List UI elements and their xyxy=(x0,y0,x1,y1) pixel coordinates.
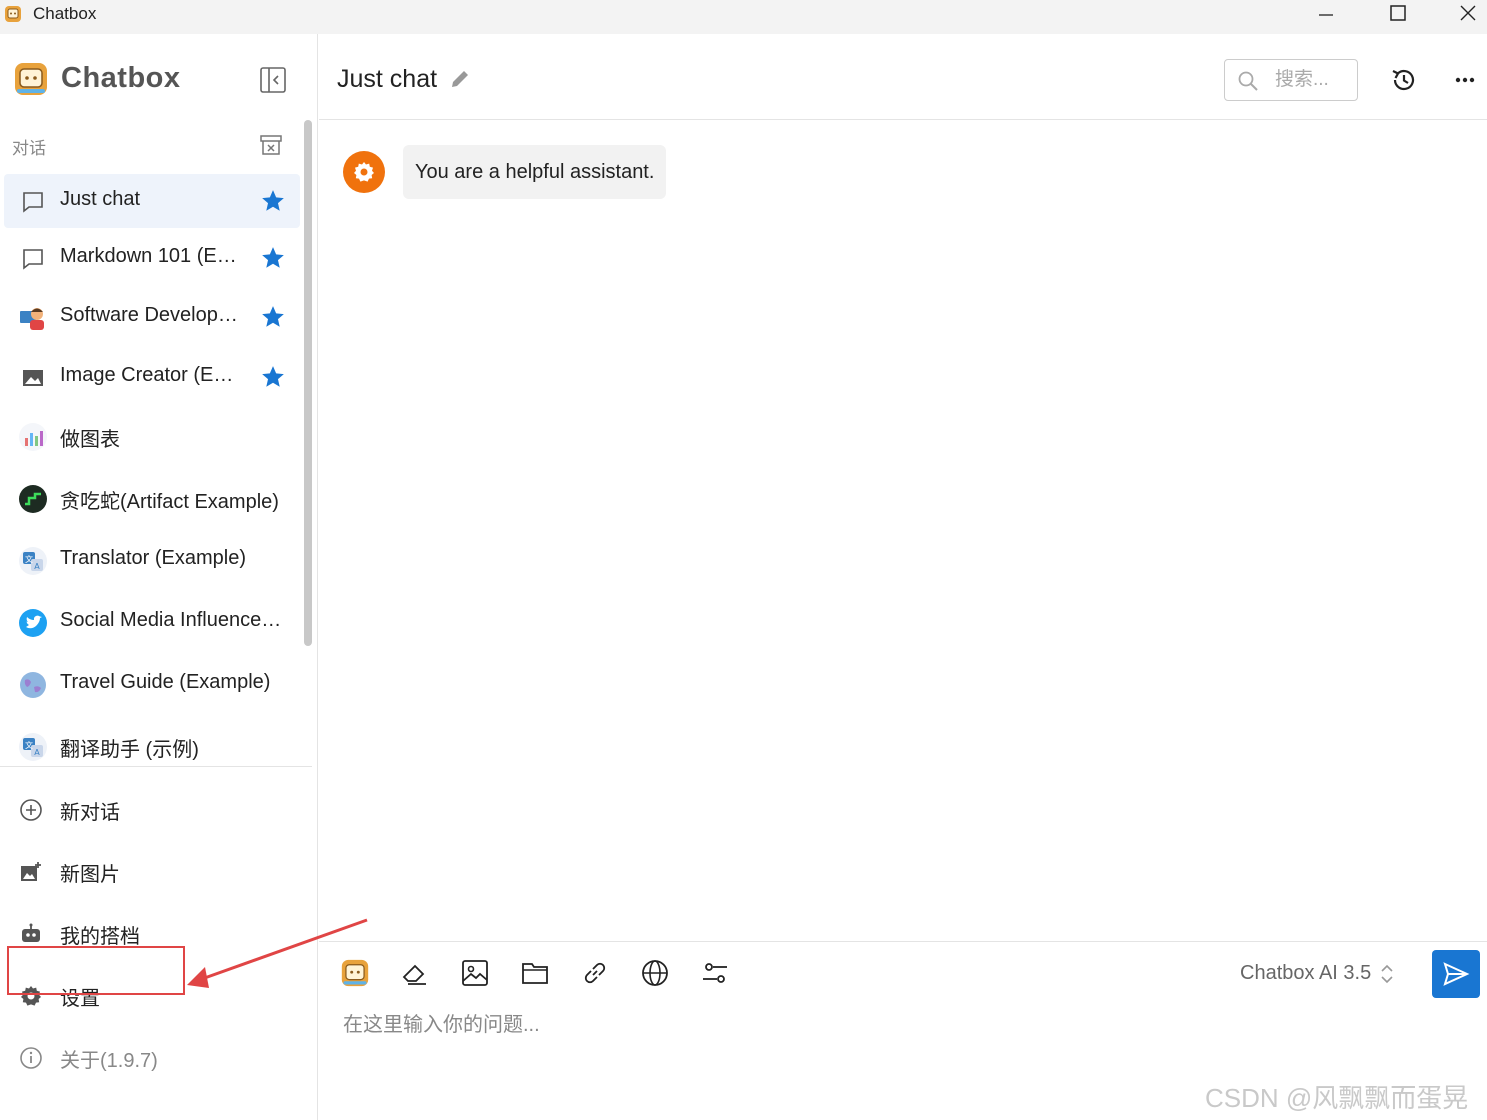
chat-title: Just chat xyxy=(337,65,438,93)
plus-circle-icon xyxy=(16,795,46,825)
send-button[interactable] xyxy=(1432,950,1480,998)
translate-avatar-icon: 文 A xyxy=(18,546,48,576)
session-item-travel-guide[interactable]: Travel Guide (Example) xyxy=(4,657,300,711)
close-icon xyxy=(1460,5,1476,21)
image-icon xyxy=(462,960,488,986)
close-window-button[interactable] xyxy=(1438,0,1487,26)
session-item-markdown-101[interactable]: Markdown 101 (E… xyxy=(4,231,300,285)
main-panel: Just chat You are a helpful assistant. xyxy=(187,34,1487,1120)
maximize-button[interactable] xyxy=(1368,0,1428,26)
svg-text:文: 文 xyxy=(25,740,33,750)
chatbox-logo-icon xyxy=(15,63,47,95)
chevron-updown-icon[interactable] xyxy=(1379,962,1395,986)
translate-avatar-icon: 文 A xyxy=(18,732,48,762)
chatbox-logo-icon xyxy=(341,959,369,987)
collapse-sidebar-icon[interactable] xyxy=(258,65,288,95)
link-icon xyxy=(584,962,606,984)
session-label: Social Media Influence… xyxy=(60,609,282,631)
brand-name: Chatbox xyxy=(61,62,181,94)
history-icon[interactable] xyxy=(1389,65,1419,95)
star-icon[interactable] xyxy=(260,364,286,390)
session-item-social-media[interactable]: Social Media Influence… xyxy=(4,595,300,649)
attach-file-button[interactable] xyxy=(519,957,551,989)
send-icon xyxy=(1443,962,1470,986)
chart-avatar-icon xyxy=(18,422,48,452)
chatbox-toolbar-button[interactable] xyxy=(339,957,371,989)
new-chat-label: 新对话 xyxy=(60,801,120,824)
sliders-icon xyxy=(703,963,727,983)
chat-bubble-icon xyxy=(18,244,48,274)
search-icon xyxy=(1238,71,1258,91)
system-message-bubble: You are a helpful assistant. xyxy=(403,145,667,199)
svg-text:A: A xyxy=(34,562,40,571)
maximize-icon xyxy=(1390,5,1406,21)
app-logo-icon xyxy=(5,6,21,22)
archive-icon[interactable] xyxy=(258,132,284,158)
system-avatar xyxy=(343,151,385,193)
session-label: Travel Guide (Example) xyxy=(60,671,271,693)
info-icon xyxy=(16,1043,46,1073)
add-image-icon xyxy=(16,857,46,887)
session-item-translate-assistant[interactable]: 文 A 翻译助手 (示例) xyxy=(4,719,300,773)
session-item-software-developer[interactable]: Software Develop… xyxy=(4,290,300,344)
session-label: Software Develop… xyxy=(60,304,238,326)
gear-icon xyxy=(354,162,374,182)
minimize-button[interactable] xyxy=(1296,0,1356,26)
session-label: Translator (Example) xyxy=(60,547,246,569)
star-icon[interactable] xyxy=(260,304,286,330)
window-title: Chatbox xyxy=(33,4,97,23)
new-chat-button[interactable]: 新对话 xyxy=(16,790,296,830)
svg-text:A: A xyxy=(34,748,40,757)
session-item-just-chat[interactable]: Just chat xyxy=(4,174,300,228)
session-item-translator[interactable]: 文 A Translator (Example) xyxy=(4,533,300,587)
folder-icon xyxy=(522,963,548,984)
chat-header: Just chat xyxy=(319,34,1487,120)
search-input[interactable] xyxy=(1275,68,1353,92)
watermark: CSDN @风飘飘而蛋晃 xyxy=(1205,1083,1469,1113)
message-input[interactable] xyxy=(343,1010,1443,1040)
robot-icon xyxy=(16,919,46,949)
session-item-chart[interactable]: 做图表 xyxy=(4,409,300,463)
new-image-label: 新图片 xyxy=(60,863,120,886)
snake-avatar-icon xyxy=(18,484,48,514)
sidebar-scrollbar[interactable] xyxy=(304,120,312,646)
attach-link-button[interactable] xyxy=(579,957,611,989)
web-browsing-button[interactable] xyxy=(639,957,671,989)
session-label: Markdown 101 (E… xyxy=(60,245,237,267)
chat-bubble-icon xyxy=(18,187,48,217)
chat-settings-button[interactable] xyxy=(699,957,731,989)
about-label: 关于(1.9.7) xyxy=(60,1049,158,1072)
sidebar-divider xyxy=(0,766,312,767)
image-icon xyxy=(18,363,48,393)
eraser-icon xyxy=(402,964,426,985)
twitter-avatar-icon xyxy=(18,608,48,638)
developer-avatar-icon xyxy=(18,303,48,333)
globe-icon xyxy=(642,960,668,986)
settings-highlight-annotation xyxy=(7,946,185,995)
brand-logo xyxy=(14,62,48,96)
globe-avatar-icon xyxy=(18,670,48,700)
new-image-button[interactable]: 新图片 xyxy=(16,852,296,892)
star-icon[interactable] xyxy=(260,245,286,271)
more-options-icon[interactable] xyxy=(1450,65,1480,95)
session-label: 做图表 xyxy=(60,429,120,451)
minimize-icon xyxy=(1319,14,1333,16)
session-label: Image Creator (E… xyxy=(60,364,234,386)
session-item-snake[interactable]: 贪吃蛇(Artifact Example) xyxy=(4,471,300,525)
session-label: Just chat xyxy=(60,188,141,210)
window-titlebar: Chatbox xyxy=(0,0,1487,34)
search-box[interactable] xyxy=(1224,59,1358,101)
attach-image-button[interactable] xyxy=(459,957,491,989)
session-item-image-creator[interactable]: Image Creator (E… xyxy=(4,350,300,404)
pencil-icon[interactable] xyxy=(449,68,471,90)
model-selector[interactable]: Chatbox AI 3.5 xyxy=(1240,962,1371,985)
star-icon[interactable] xyxy=(260,188,286,214)
session-label: 翻译助手 (示例) xyxy=(60,739,199,761)
conversations-section-label: 对话 xyxy=(12,139,46,158)
session-label: 贪吃蛇(Artifact Example) xyxy=(60,491,279,513)
svg-text:文: 文 xyxy=(25,554,33,564)
my-copilots-label: 我的搭档 xyxy=(60,925,140,948)
clear-context-button[interactable] xyxy=(399,957,431,989)
